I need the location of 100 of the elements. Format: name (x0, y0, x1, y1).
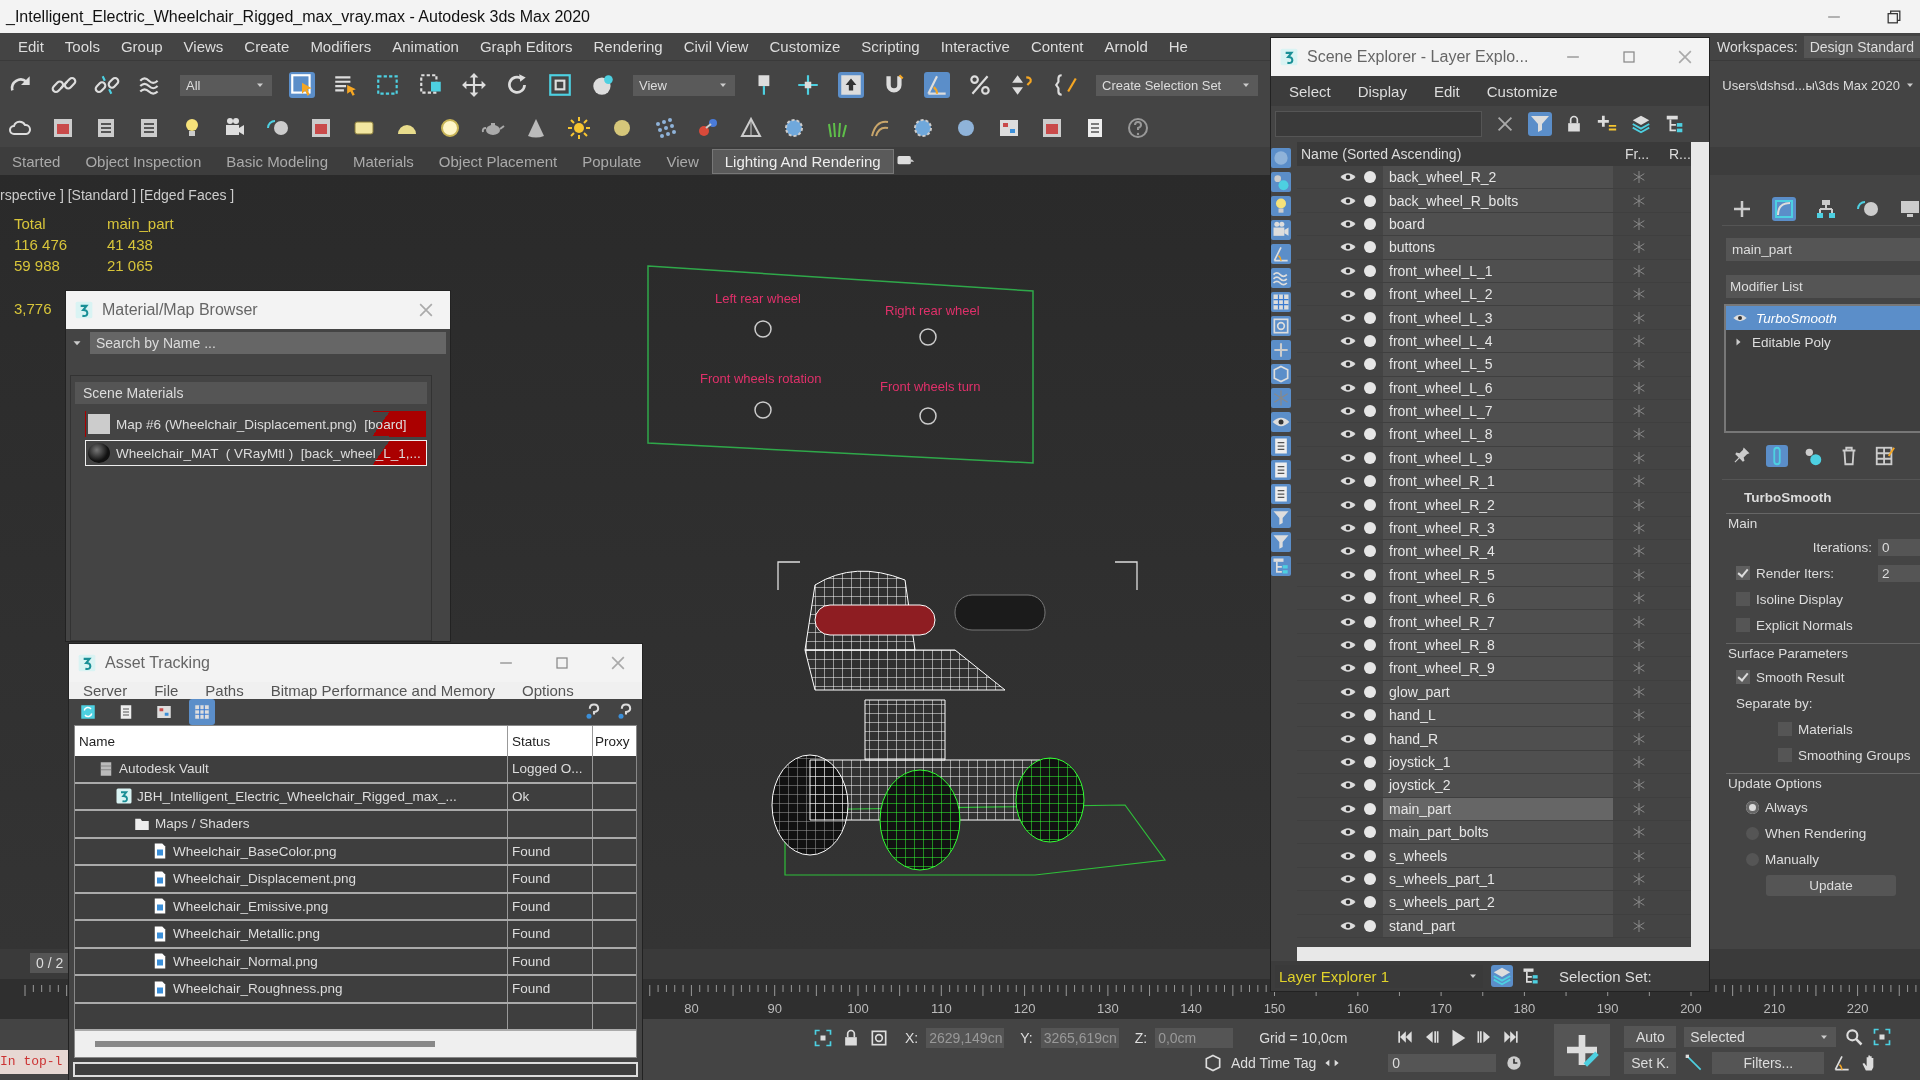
ribbon-tab[interactable]: View (654, 149, 711, 173)
scene-object-item[interactable]: buttons (1383, 236, 1613, 259)
ribbon-tab[interactable]: Basic Modeling (214, 149, 340, 173)
asset-name[interactable]: Maps / Shaders (155, 816, 250, 832)
asset-name[interactable]: Wheelchair_Metallic.png (173, 926, 321, 942)
scene-object-item[interactable]: front_wheel_L_6 (1383, 376, 1613, 399)
asset-name[interactable]: Wheelchair_BaseColor.png (173, 843, 337, 859)
menu-item[interactable]: Customize (759, 38, 852, 55)
menu-item[interactable]: Group (110, 38, 174, 55)
scene-object-item[interactable]: front_wheel_L_2 (1383, 282, 1613, 306)
scene-object-item[interactable]: front_wheel_L_7 (1383, 399, 1613, 423)
menu-item[interactable]: Create (234, 38, 301, 55)
scene-object-item[interactable]: back_wheel_R_bolts (1383, 189, 1613, 212)
menu-item[interactable]: Animation (382, 38, 470, 55)
menu-item[interactable]: Edit (8, 38, 55, 55)
workspace-dropdown[interactable]: Design Standard (1803, 35, 1920, 58)
menu-item[interactable]: Graph Editors (469, 38, 584, 55)
scene-object-item[interactable]: board (1383, 212, 1613, 236)
spinner-field[interactable]: 0 (1878, 538, 1920, 556)
ribbon-tab[interactable]: Started (0, 149, 73, 173)
menu-item[interactable]: Edit (1423, 82, 1471, 100)
menu-item[interactable]: Modifiers (300, 38, 383, 55)
menu-item[interactable]: Display (1347, 82, 1418, 100)
scene-object-item[interactable]: front_wheel_L_1 (1383, 259, 1613, 282)
scene-object-item[interactable]: s_wheels (1383, 844, 1613, 867)
spinner-field[interactable]: 2 (1878, 564, 1920, 582)
scene-object-item[interactable]: s_wheels_part_2 (1383, 891, 1613, 914)
column-header[interactable]: Fr... (1621, 146, 1665, 162)
asset-name[interactable]: Autodesk Vault (119, 761, 209, 777)
menu-item[interactable]: Views (173, 38, 235, 55)
scene-object-item[interactable]: main_part (1383, 797, 1613, 820)
menu-item[interactable]: File (144, 682, 190, 699)
menu-item[interactable]: Bitmap Performance and Memory (260, 682, 506, 699)
scene-object-item[interactable]: joystick_2 (1383, 774, 1613, 797)
add-time-tag-button[interactable]: Add Time Tag (1231, 1054, 1317, 1071)
scene-object-item[interactable]: joystick_1 (1383, 750, 1613, 774)
scene-object-item[interactable]: hand_R (1383, 727, 1613, 750)
menu-item[interactable]: Civil View (673, 38, 760, 55)
menu-item[interactable]: Customize (1476, 82, 1569, 100)
object-name-field[interactable]: main_part (1726, 238, 1920, 261)
scene-object-item[interactable]: front_wheel_R_9 (1383, 657, 1613, 680)
search-field[interactable]: Search by Name ... (90, 332, 446, 354)
column-header[interactable]: R... (1665, 146, 1691, 162)
auto-key-button[interactable]: Auto (1624, 1025, 1677, 1048)
scene-object-item[interactable]: front_wheel_R_7 (1383, 610, 1613, 633)
menu-item[interactable]: He (1158, 38, 1199, 55)
viewport-label[interactable]: rspective ] [Standard ] [Edged Faces ] (0, 187, 235, 203)
scene-object-item[interactable]: front_wheel_R_4 (1383, 540, 1613, 563)
current-frame-field[interactable]: 0 (1388, 1053, 1497, 1072)
menu-item[interactable]: Scripting (851, 38, 931, 55)
set-key-mode-button[interactable]: Set K. (1624, 1051, 1677, 1074)
menu-item[interactable]: Options (512, 682, 585, 699)
ribbon-tab[interactable]: Populate (570, 149, 654, 173)
modifier-list-dropdown[interactable]: Modifier List (1726, 275, 1920, 298)
modifier-stack-item[interactable]: TurboSmooth (1726, 306, 1920, 330)
project-path-dropdown[interactable]: Users\dshsd...ы\3ds Max 2020 (1722, 77, 1916, 93)
scene-object-item[interactable]: front_wheel_L_5 (1383, 353, 1613, 376)
scene-object-item[interactable]: front_wheel_L_8 (1383, 423, 1613, 446)
scene-object-item[interactable]: front_wheel_L_3 (1383, 306, 1613, 329)
scene-object-item[interactable]: s_wheels_part_1 (1383, 867, 1613, 891)
update-button[interactable]: Update (1766, 875, 1896, 896)
script-listener-output[interactable]: In top-l (0, 1049, 68, 1074)
time-slider-thumb[interactable]: 0 / 2 (30, 953, 70, 973)
selection-filter-dropdown[interactable]: All (180, 74, 272, 96)
ribbon-tab[interactable]: Object Placement (426, 149, 570, 173)
scene-object-item[interactable]: hand_L (1383, 704, 1613, 727)
menu-item[interactable]: Interactive (930, 38, 1021, 55)
asset-name[interactable]: Wheelchair_Normal.png (173, 953, 318, 969)
group-header[interactable]: Scene Materials (75, 382, 427, 404)
scene-object-item[interactable]: front_wheel_R_8 (1383, 633, 1613, 657)
ribbon-tab[interactable]: Object Inspection (73, 149, 214, 173)
rollout-title[interactable]: TurboSmooth (1726, 490, 1920, 505)
ribbon-tab[interactable]: Lighting And Rendering (711, 148, 894, 174)
ribbon-tab[interactable]: Materials (341, 149, 426, 173)
menu-item[interactable]: Server (73, 682, 139, 699)
scene-object-item[interactable]: main_part_bolts (1383, 820, 1613, 844)
scene-object-item[interactable]: front_wheel_R_2 (1383, 493, 1613, 516)
scene-object-item[interactable]: front_wheel_R_1 (1383, 470, 1613, 493)
key-filter-dropdown[interactable]: Selected (1684, 1026, 1837, 1047)
asset-name[interactable]: JBH_Intelligent_Electric_Wheelchair_Rigged_max_... (137, 788, 457, 804)
reference-coordinate-dropdown[interactable]: View (633, 74, 735, 96)
menu-item[interactable]: Select (1279, 82, 1342, 100)
asset-name[interactable]: Wheelchair_Emissive.png (173, 898, 329, 914)
scene-object-item[interactable]: front_wheel_R_6 (1383, 587, 1613, 610)
selection-set-dropdown[interactable]: Create Selection Set (1096, 74, 1258, 96)
scene-object-item[interactable]: front_wheel_R_5 (1383, 563, 1613, 587)
scene-object-item[interactable]: stand_part (1383, 914, 1613, 937)
menu-item[interactable]: Arnold (1094, 38, 1159, 55)
scene-object-item[interactable]: back_wheel_R_2 (1383, 166, 1613, 189)
column-header[interactable]: Name (75, 733, 507, 749)
modifier-stack-item[interactable]: Editable Poly (1726, 330, 1920, 354)
key-filters-button[interactable]: Filters... (1712, 1051, 1825, 1074)
menu-item[interactable]: Paths (195, 682, 255, 699)
scene-object-item[interactable]: front_wheel_R_3 (1383, 516, 1613, 540)
menu-item[interactable]: Rendering (583, 38, 674, 55)
scene-object-item[interactable]: front_wheel_L_9 (1383, 446, 1613, 470)
menu-item[interactable]: Tools (54, 38, 111, 55)
column-header[interactable]: Name (Sorted Ascending) (1297, 146, 1621, 162)
asset-name[interactable]: Wheelchair_Displacement.png (173, 871, 357, 887)
asset-name[interactable]: Wheelchair_Roughness.png (173, 981, 343, 997)
